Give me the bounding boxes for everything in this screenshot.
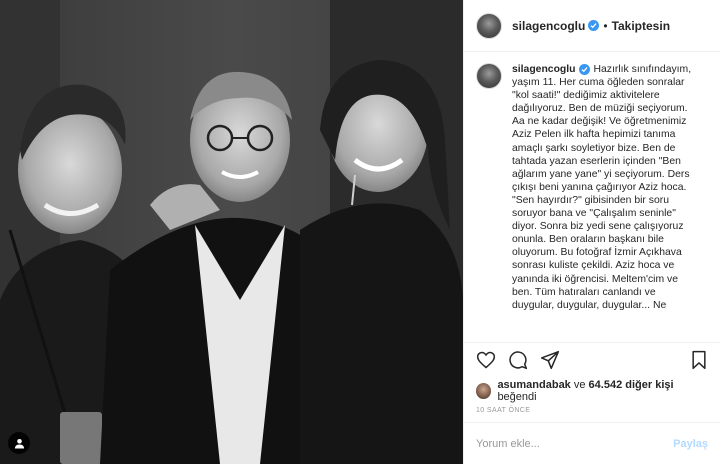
post-header: silagencoglu • Takiptesin bbox=[464, 0, 720, 52]
verified-badge-icon bbox=[578, 63, 590, 75]
liker-username[interactable]: asumandabak bbox=[497, 379, 570, 391]
liker-avatar[interactable] bbox=[476, 383, 492, 399]
author-avatar[interactable] bbox=[476, 12, 502, 39]
follow-status-button[interactable]: Takiptesin bbox=[612, 19, 670, 33]
post-side-panel: silagencoglu • Takiptesin silagencoglu Ha… bbox=[463, 0, 720, 464]
post-photo[interactable] bbox=[0, 0, 463, 464]
caption-username[interactable]: silagencoglu bbox=[512, 64, 576, 75]
caption-body: Hazırlık sınıfındayım, yaşım 11. Her cum… bbox=[512, 64, 692, 311]
post-actions-section: asumandabak ve 64.542 diğer kişi beğendi… bbox=[464, 342, 720, 464]
verified-badge-icon bbox=[588, 20, 600, 31]
caption-text-block: silagencoglu Hazırlık sınıfındayım, yaşım… bbox=[512, 63, 708, 339]
separator-dot: • bbox=[603, 18, 608, 33]
likes-suffix: beğendi bbox=[497, 391, 537, 403]
heart-icon[interactable] bbox=[476, 350, 496, 375]
comment-input[interactable] bbox=[476, 437, 674, 450]
comment-icon[interactable] bbox=[508, 350, 528, 375]
caption-author-avatar[interactable] bbox=[476, 63, 502, 89]
post-image bbox=[0, 0, 463, 464]
post-caption: silagencoglu Hazırlık sınıfındayım, yaşım… bbox=[476, 63, 710, 339]
bookmark-icon[interactable] bbox=[690, 350, 708, 375]
person-icon bbox=[14, 438, 24, 448]
post-timestamp[interactable]: 10 SAAT ÖNCE bbox=[464, 407, 720, 414]
comment-form: Paylaş bbox=[464, 422, 720, 464]
share-icon[interactable] bbox=[540, 350, 560, 375]
user-tag-icon[interactable] bbox=[8, 432, 30, 454]
action-bar bbox=[464, 343, 720, 381]
likes-conjunction: ve bbox=[570, 379, 589, 391]
post-comment-button[interactable]: Paylaş bbox=[673, 438, 708, 450]
likes-count[interactable]: 64.542 diğer kişi bbox=[589, 379, 674, 391]
author-username[interactable]: silagencoglu bbox=[512, 19, 585, 33]
likes-summary: asumandabak ve 64.542 diğer kişi beğendi bbox=[464, 379, 720, 403]
